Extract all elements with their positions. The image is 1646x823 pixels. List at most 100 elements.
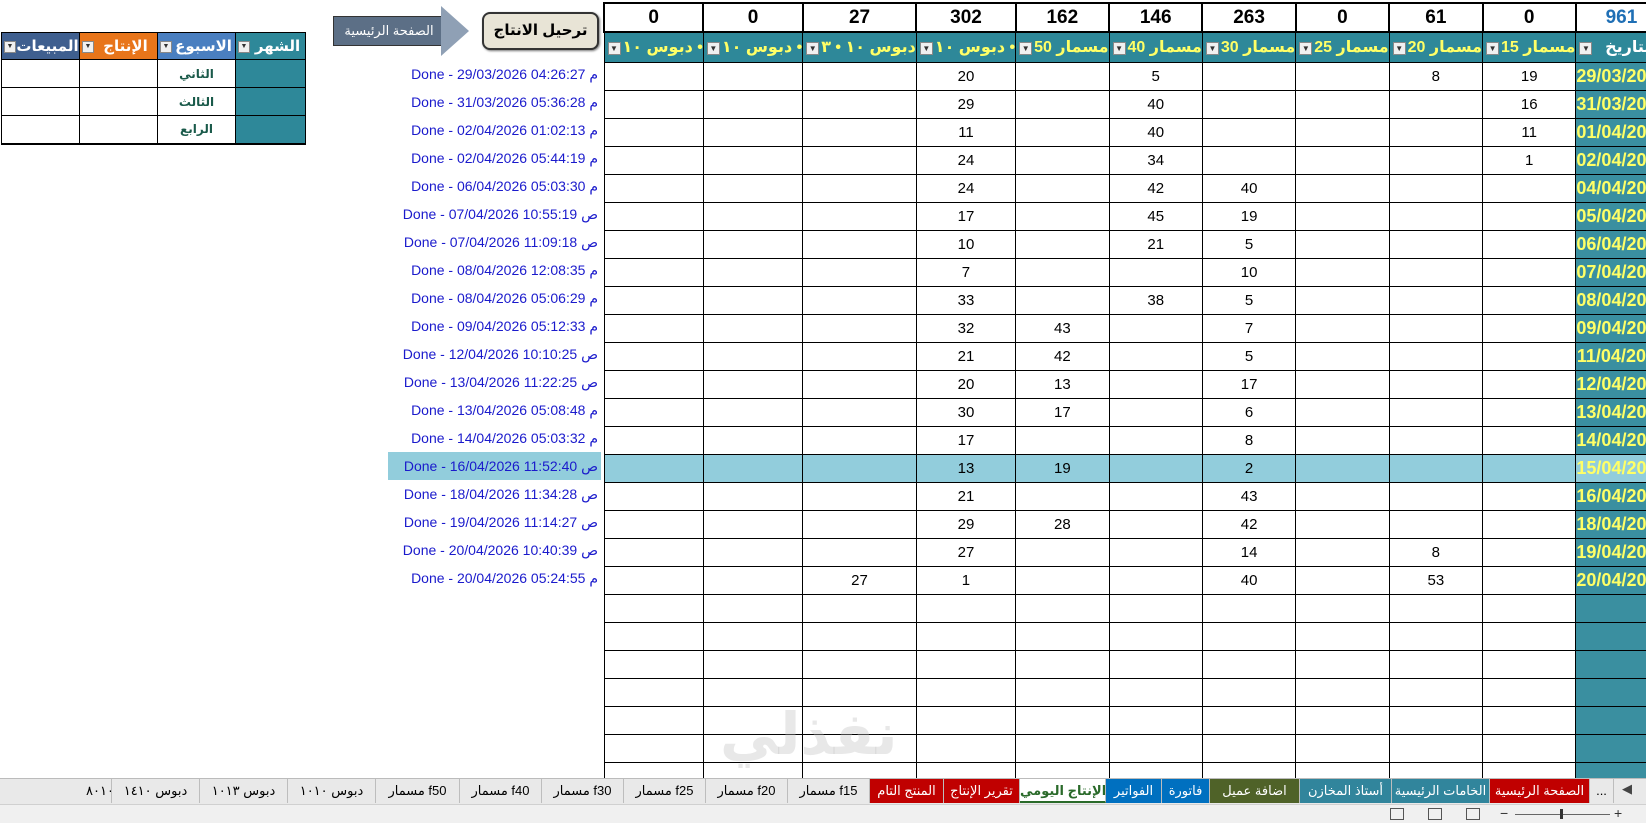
quantity-cell[interactable]: 21 [1108,229,1203,259]
quantity-cell[interactable] [1295,285,1390,315]
dropdown-arrow-icon[interactable]: ▼ [82,41,94,53]
column-total-cell[interactable]: 263 [1201,2,1297,33]
quantity-cell[interactable]: 24 [915,173,1017,203]
summary-month-cell[interactable] [235,59,306,88]
dropdown-arrow-icon[interactable]: ▼ [607,42,621,55]
quantity-cell[interactable] [702,257,804,287]
sheet-tab[interactable]: مسمار f15 [788,779,870,803]
empty-cell[interactable] [802,593,917,623]
date-cell[interactable]: 14/04/2026 [1575,425,1646,455]
status-cell[interactable]: Done - 20/04/2026 10:40:39 ص [388,536,601,564]
date-cell[interactable]: 02/04/2026 [1575,145,1646,175]
grand-total-cell[interactable]: 961 [1574,2,1646,33]
quantity-cell[interactable] [1388,425,1484,455]
sheet-tab[interactable]: أستاذ المخازن [1300,779,1392,803]
empty-cell[interactable] [1201,593,1297,623]
quantity-cell[interactable]: 45 [1108,201,1203,231]
quantity-cell[interactable] [802,173,917,203]
sheet-tab[interactable]: دبوس ١٠١٠ [288,779,376,803]
sheet-tab[interactable]: دبوس ١٠١٣ [200,779,288,803]
column-total-cell[interactable]: 302 [915,2,1017,33]
quantity-cell[interactable] [802,341,917,371]
quantity-cell[interactable] [1388,229,1484,259]
quantity-cell[interactable] [1295,425,1390,455]
quantity-cell[interactable]: 21 [915,481,1017,511]
date-cell[interactable]: 08/04/2026 [1575,285,1646,315]
quantity-cell[interactable] [802,537,917,567]
product-column-header[interactable]: ▼ مسمار 40 [1108,31,1203,63]
quantity-cell[interactable] [1388,369,1484,399]
quantity-cell[interactable] [1108,453,1203,483]
quantity-cell[interactable]: 5 [1108,61,1203,91]
sheet-tab[interactable]: فاتورة [1162,779,1210,803]
quantity-cell[interactable]: 40 [1201,565,1297,595]
summary-cell[interactable] [79,87,158,116]
home-page-button[interactable]: الصفحة الرئيسية [333,6,469,56]
quantity-cell[interactable]: 21 [915,341,1017,371]
empty-cell[interactable] [1388,677,1484,707]
sheet-tab[interactable]: ٨٠١٠ [86,779,112,803]
quantity-cell[interactable] [1388,481,1484,511]
empty-cell[interactable] [1295,677,1390,707]
status-cell[interactable]: Done - 09/04/2026 05:12:33 م [388,312,601,340]
product-column-header[interactable]: ▼ دبوس ١٠ • [702,31,804,63]
empty-cell[interactable] [1388,621,1484,651]
quantity-cell[interactable] [1015,425,1110,455]
dropdown-arrow-icon[interactable]: ▼ [919,42,933,55]
empty-cell[interactable] [1575,649,1646,679]
empty-cell[interactable] [1015,621,1110,651]
status-cell[interactable]: Done - 20/04/2026 05:24:55 م [388,564,601,592]
quantity-cell[interactable] [1015,565,1110,595]
date-column-header[interactable]: ▼التاريخ [1575,31,1646,63]
empty-cell[interactable] [1482,733,1577,763]
dropdown-arrow-icon[interactable]: ▼ [806,42,820,55]
date-cell[interactable]: 20/04/2026 [1575,565,1646,595]
empty-cell[interactable] [1108,761,1203,778]
empty-cell[interactable] [1295,733,1390,763]
product-column-header[interactable]: ▼ مسمار 15 [1482,31,1577,63]
sheet-tab[interactable]: الفواتير [1106,779,1162,803]
quantity-cell[interactable] [603,61,704,91]
quantity-cell[interactable] [603,481,704,511]
quantity-cell[interactable]: 32 [915,313,1017,343]
column-total-cell[interactable]: 0 [1294,2,1391,33]
product-column-header[interactable]: ▼ مسمار 50 [1015,31,1110,63]
quantity-cell[interactable]: 40 [1108,89,1203,119]
quantity-cell[interactable]: 30 [915,397,1017,427]
quantity-cell[interactable] [1482,453,1577,483]
quantity-cell[interactable] [1201,117,1297,147]
product-column-header[interactable]: ▼ مسمار 30 [1201,31,1297,63]
sheet-tab[interactable]: دبوس ١٤١٠ [112,779,200,803]
dropdown-arrow-icon[interactable]: ▼ [238,41,250,53]
empty-cell[interactable] [1575,593,1646,623]
status-cell[interactable]: Done - 18/04/2026 11:34:28 ص [388,480,601,508]
empty-cell[interactable] [915,649,1017,679]
quantity-cell[interactable] [603,425,704,455]
quantity-cell[interactable] [603,453,704,483]
quantity-cell[interactable]: 7 [1201,313,1297,343]
quantity-cell[interactable]: 29 [915,89,1017,119]
column-total-cell[interactable]: 0 [603,2,705,33]
quantity-cell[interactable]: 40 [1201,173,1297,203]
quantity-cell[interactable] [1482,509,1577,539]
empty-cell[interactable] [1575,761,1646,778]
sheet-tab[interactable]: الإنتاج اليومي [1020,779,1106,803]
empty-cell[interactable] [1295,761,1390,778]
quantity-cell[interactable] [1482,257,1577,287]
quantity-cell[interactable] [603,201,704,231]
quantity-cell[interactable] [802,117,917,147]
quantity-cell[interactable] [702,565,804,595]
quantity-cell[interactable] [1482,481,1577,511]
empty-cell[interactable] [702,761,804,778]
empty-cell[interactable] [1108,705,1203,735]
quantity-cell[interactable] [802,229,917,259]
product-column-header[interactable]: ▼ مسمار 20 [1388,31,1484,63]
quantity-cell[interactable]: 13 [915,453,1017,483]
quantity-cell[interactable] [603,565,704,595]
zoom-slider-thumb[interactable] [1560,809,1563,819]
empty-cell[interactable] [1388,705,1484,735]
quantity-cell[interactable] [603,117,704,147]
empty-cell[interactable] [603,649,704,679]
column-total-cell[interactable]: 27 [801,2,918,33]
empty-cell[interactable] [1482,593,1577,623]
